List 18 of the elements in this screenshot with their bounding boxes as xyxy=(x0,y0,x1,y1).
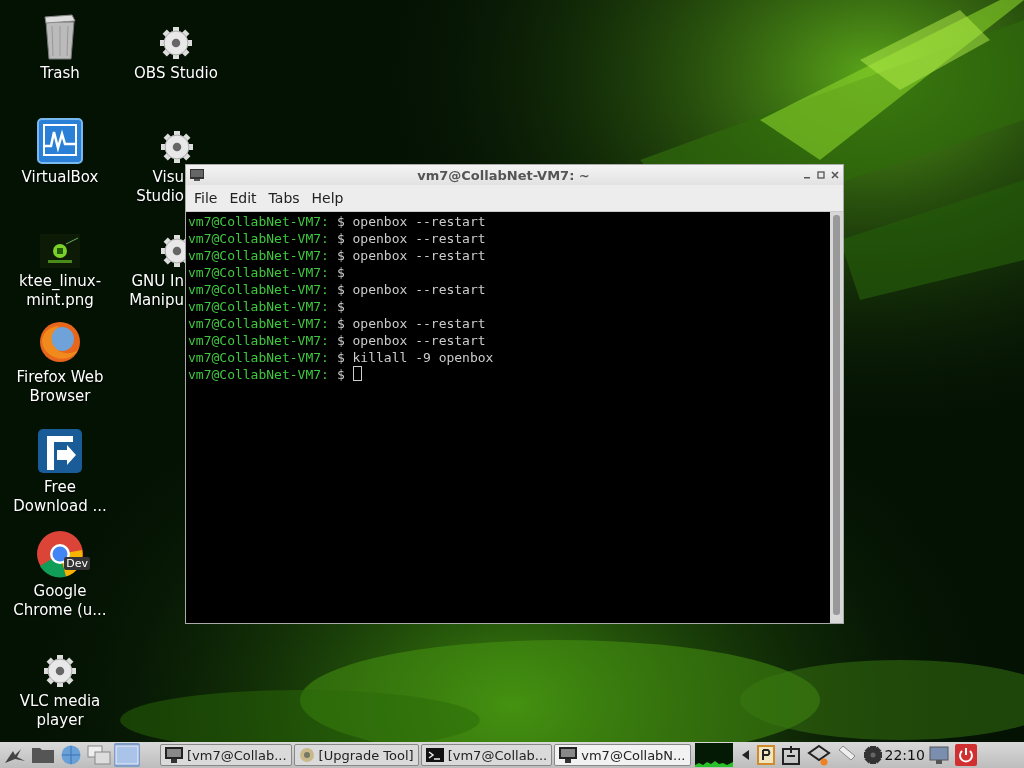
windows-icon xyxy=(87,745,111,765)
settings-icon xyxy=(862,745,883,765)
cpu-graph xyxy=(694,743,733,767)
taskbar-button[interactable]: [vm7@Collab... xyxy=(420,744,553,766)
terminal-icon xyxy=(425,748,444,762)
clock: 22:10 xyxy=(884,747,925,763)
globe-icon xyxy=(59,745,83,765)
gear-icon xyxy=(298,747,315,763)
power-icon xyxy=(954,744,977,766)
taskbar-button[interactable]: vm7@CollabN... xyxy=(554,744,691,766)
taskbar-button[interactable]: [vm7@Collab... xyxy=(160,744,292,766)
desktop-icon xyxy=(115,745,139,765)
folder-icon xyxy=(31,745,55,765)
monitor-icon xyxy=(559,747,578,763)
monitor-icon xyxy=(928,745,949,765)
taskbar-button[interactable]: [Upgrade Tool] xyxy=(293,744,419,766)
monitor-icon xyxy=(165,747,183,763)
network-icon xyxy=(806,744,831,766)
